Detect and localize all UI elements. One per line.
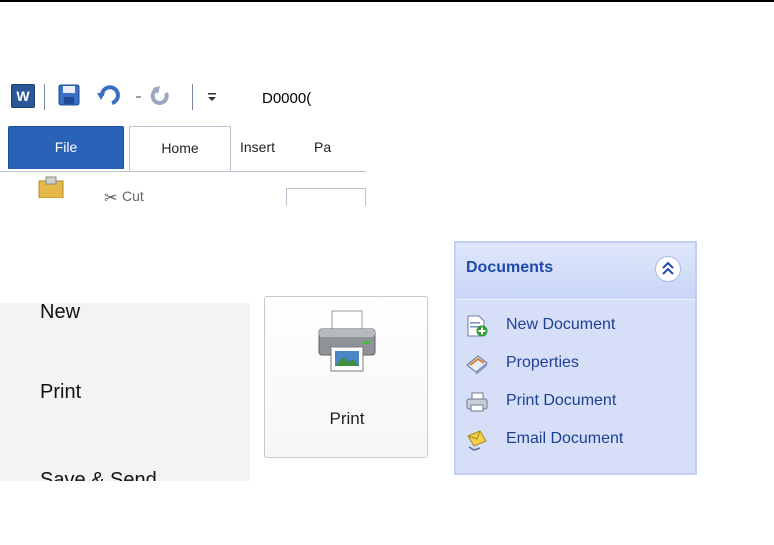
documents-item-label: Properties [506,354,579,371]
documents-item-print[interactable]: Print Document [466,390,691,414]
printer-icon [318,310,376,372]
email-document-icon [467,430,487,451]
customize-quick-access-icon[interactable] [206,84,218,106]
document-title: D0000( [262,90,312,107]
paste-icon[interactable] [38,176,64,198]
new-document-icon [467,315,488,337]
toolbar-separator [192,84,193,110]
save-icon[interactable] [58,84,80,106]
documents-item-email[interactable]: Email Document [466,428,691,452]
undo-icon[interactable] [96,84,124,106]
tab-home[interactable]: Home [129,126,231,173]
scissors-icon[interactable]: ✂ [104,188,117,206]
documents-item-label: Print Document [506,392,617,409]
word-logo-icon[interactable]: W [11,84,35,108]
documents-panel-title: Documents [466,259,554,276]
file-menu-crop: New Print Save & Send [0,303,250,481]
print-button[interactable]: Print [264,296,428,458]
documents-panel-header[interactable]: Documents [456,243,695,299]
word-ribbon-crop: W D0000( File Home Insert Pa ✂ Cut [0,78,366,206]
undo-dropdown-icon[interactable] [136,96,141,98]
collapse-chevron-icon[interactable] [655,256,681,282]
documents-item-new[interactable]: New Document [466,314,691,338]
toolbar-separator [44,84,45,110]
documents-panel-body: New Document Properties Print Document E… [456,299,695,472]
file-menu-save-send[interactable]: Save & Send [40,469,157,481]
print-document-icon [466,392,488,412]
file-menu-new[interactable]: New [40,303,80,324]
properties-icon [466,355,488,375]
cut-label[interactable]: Cut [122,188,144,204]
redo-icon[interactable] [150,84,172,106]
documents-item-properties[interactable]: Properties [466,352,691,376]
tab-insert[interactable]: Insert [240,130,275,164]
ribbon-tabs: File Home Insert Pa [0,122,366,173]
font-name-box[interactable] [286,188,366,206]
tab-file[interactable]: File [8,126,124,169]
quick-access-toolbar: W D0000( [0,78,366,118]
top-border-line [0,0,774,2]
documents-item-label: New Document [506,316,616,333]
tab-page-layout[interactable]: Pa [314,130,331,164]
documents-item-label: Email Document [506,430,624,447]
file-menu-print[interactable]: Print [40,381,81,404]
print-button-label: Print [329,409,365,428]
documents-panel: Documents New Document Properties Print … [454,241,697,475]
